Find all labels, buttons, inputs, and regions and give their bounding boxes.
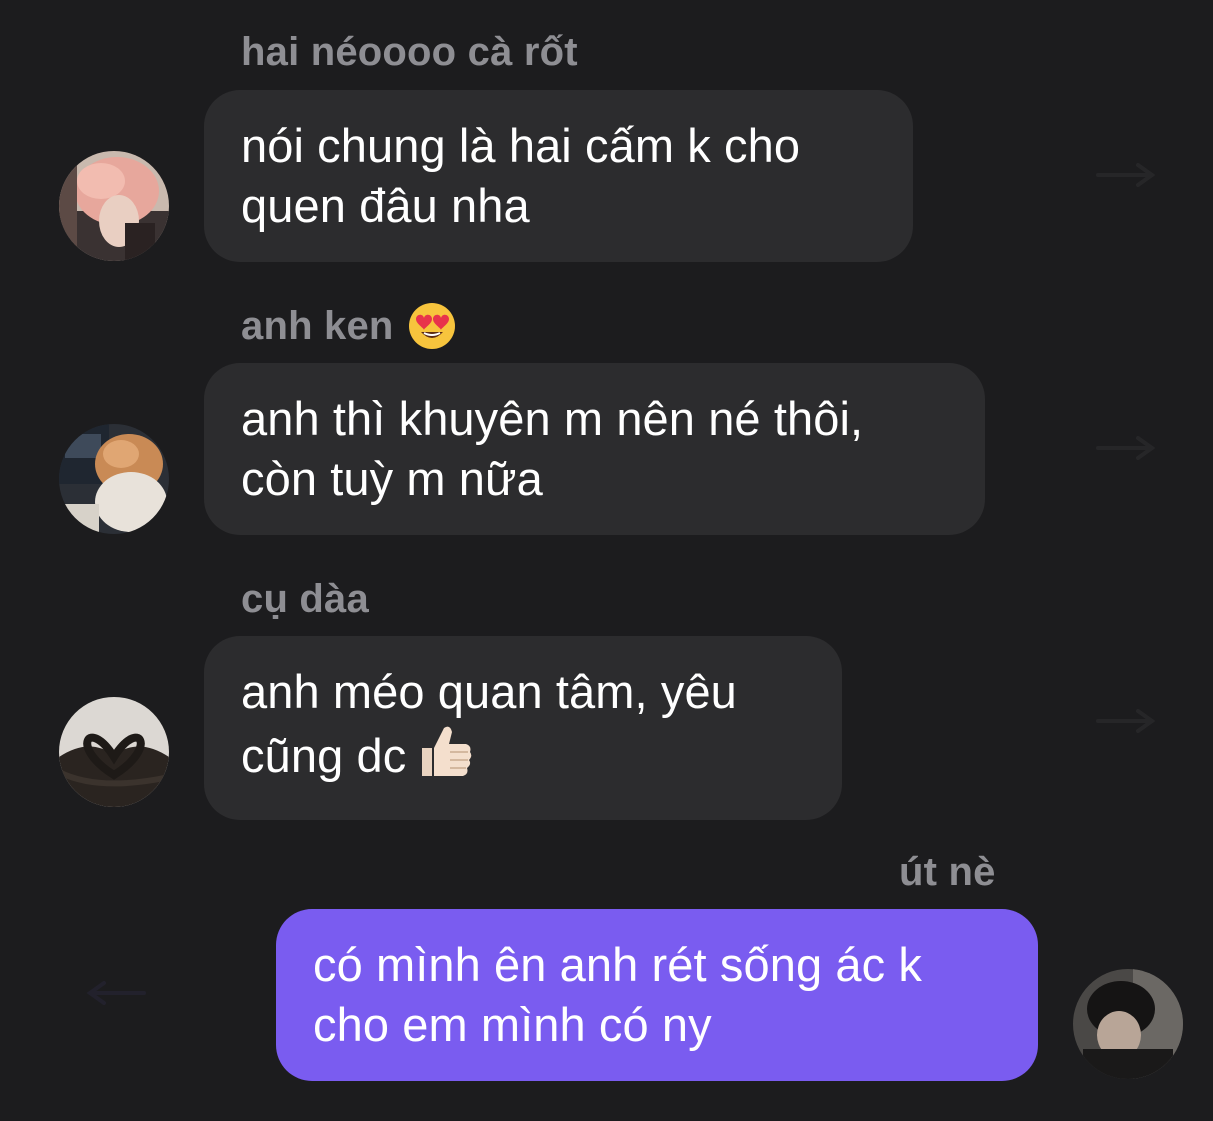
message-text: có mình ên anh rét sống ác k — [313, 938, 922, 991]
message-text: cho em mình có ny — [313, 998, 712, 1051]
message-text: còn tuỳ m nữa — [241, 452, 543, 505]
message-text: anh thì khuyên m nên né thôi, — [241, 392, 864, 445]
forward-arrow-icon[interactable] — [1096, 706, 1156, 736]
sender-name: út nè — [899, 850, 996, 894]
sender-name: anh ken — [241, 304, 394, 348]
message-bubble-outgoing[interactable]: có mình ên anh rét sống ác k cho em mình… — [276, 909, 1038, 1081]
reply-arrow-icon[interactable] — [86, 978, 146, 1008]
message-text: cũng dc — [241, 729, 407, 782]
message-text: nói chung là hai cấm k cho — [241, 119, 801, 172]
heart-eyes-emoji-icon — [408, 302, 456, 350]
forward-arrow-icon[interactable] — [1096, 160, 1156, 190]
thumbs-up-emoji-icon — [416, 722, 474, 794]
sender-avatar[interactable] — [59, 697, 169, 807]
sender-row: anh ken — [241, 302, 456, 350]
chat-screen: hai néoooo cà rốt nói chung là hai cấm k… — [0, 0, 1213, 1121]
sender-avatar[interactable] — [59, 151, 169, 261]
sender-name: cụ dàa — [241, 577, 369, 621]
my-avatar[interactable] — [1073, 969, 1183, 1079]
message-bubble[interactable]: anh thì khuyên m nên né thôi, còn tuỳ m … — [204, 363, 985, 535]
message-bubble[interactable]: nói chung là hai cấm k cho quen đâu nha — [204, 90, 913, 262]
message-text: anh méo quan tâm, yêu — [241, 665, 737, 718]
message-text: quen đâu nha — [241, 179, 530, 232]
sender-name: hai néoooo cà rốt — [241, 30, 578, 74]
sender-avatar[interactable] — [59, 424, 169, 534]
forward-arrow-icon[interactable] — [1096, 433, 1156, 463]
message-bubble[interactable]: anh méo quan tâm, yêu cũng dc — [204, 636, 842, 820]
